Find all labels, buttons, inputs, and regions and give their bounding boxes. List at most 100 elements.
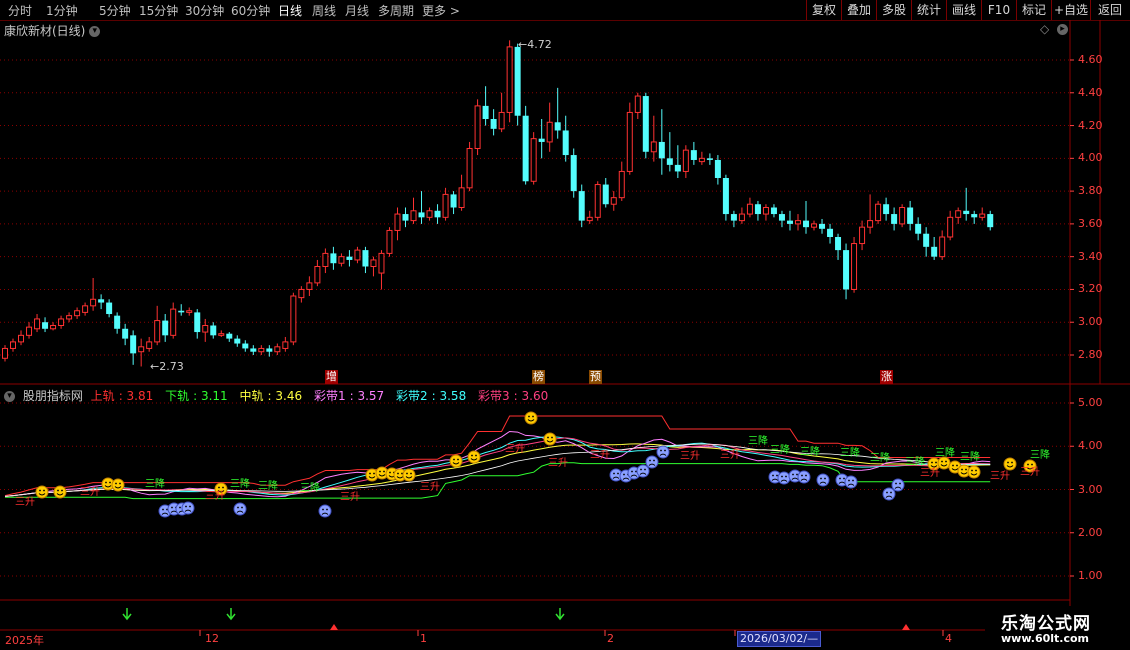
smiley-eye bbox=[379, 470, 381, 473]
smiley-eye bbox=[179, 506, 181, 509]
smiley-eye bbox=[805, 474, 807, 477]
indicator-axis-label: 1.00 bbox=[1078, 569, 1103, 582]
candle bbox=[346, 250, 353, 267]
candle bbox=[867, 194, 874, 234]
tag-forecast[interactable]: 预 bbox=[589, 370, 602, 384]
tag-rise[interactable]: 涨 bbox=[880, 370, 893, 384]
label-three-up: 三升 bbox=[15, 496, 35, 508]
candle-body bbox=[226, 333, 233, 339]
candle-body bbox=[250, 348, 257, 352]
smiley-eye bbox=[410, 472, 412, 475]
smiley-eye bbox=[660, 449, 662, 452]
candle-body bbox=[674, 164, 681, 172]
candle-body bbox=[90, 298, 97, 307]
candle-body bbox=[50, 325, 57, 330]
candle bbox=[90, 277, 97, 311]
candle bbox=[106, 299, 113, 318]
candle-body bbox=[266, 348, 273, 352]
tag-increase[interactable]: 增 bbox=[325, 370, 338, 384]
indicator-menu-icon[interactable]: ▾ bbox=[4, 391, 15, 402]
smiley-face bbox=[656, 445, 670, 459]
smiley-eye bbox=[475, 454, 477, 457]
candle-body bbox=[10, 341, 17, 349]
smiley-eye bbox=[57, 489, 59, 492]
candle bbox=[650, 115, 657, 162]
smiley-eye bbox=[119, 482, 121, 485]
smiley-up-icon bbox=[35, 485, 49, 499]
candle bbox=[666, 132, 673, 172]
smiley-face bbox=[53, 485, 67, 499]
candle-body bbox=[330, 253, 337, 264]
candle-body bbox=[682, 149, 689, 172]
candle-body bbox=[931, 246, 938, 257]
candle bbox=[354, 246, 361, 264]
candle-body bbox=[242, 343, 249, 349]
candle-body bbox=[314, 266, 321, 284]
smiley-eye bbox=[617, 472, 619, 475]
price-axis-label: 3.80 bbox=[1078, 184, 1103, 198]
label-three-down: 三降 bbox=[870, 451, 890, 464]
candle-body bbox=[146, 341, 153, 349]
candle bbox=[955, 207, 962, 224]
smiley-eye bbox=[824, 477, 826, 480]
candle bbox=[899, 204, 906, 228]
high-price-label: ←4.72 bbox=[518, 38, 552, 51]
candle-body bbox=[963, 210, 970, 215]
candle-body bbox=[602, 184, 609, 205]
smiley-eye bbox=[843, 477, 845, 480]
candle-body bbox=[290, 295, 297, 343]
candle bbox=[730, 210, 737, 228]
smiley-eye bbox=[839, 477, 841, 480]
candle bbox=[554, 87, 561, 139]
candle bbox=[714, 155, 721, 185]
candle-body bbox=[450, 194, 457, 208]
candle bbox=[82, 302, 89, 316]
candle bbox=[194, 309, 201, 339]
candle-body bbox=[354, 249, 361, 261]
candle-body bbox=[634, 95, 641, 113]
smiley-eye bbox=[653, 459, 655, 462]
candle bbox=[690, 141, 697, 165]
candle-body bbox=[851, 243, 858, 290]
candle-body bbox=[434, 210, 441, 218]
candle bbox=[450, 191, 457, 215]
smiley-down-icon bbox=[891, 478, 905, 492]
kline-chart[interactable]: 三升三升 三升 三升三升三升三升三升 三升 三升三升 三升 三升三降 三降 三降 三降三降三降 三降… bbox=[0, 0, 1130, 650]
candle-body bbox=[538, 138, 545, 142]
smiley-down-icon bbox=[844, 475, 858, 489]
candle-body bbox=[426, 210, 433, 218]
candle-body bbox=[554, 122, 561, 131]
smiley-eye bbox=[631, 470, 633, 473]
smiley-down-icon bbox=[882, 487, 896, 501]
candle-body bbox=[210, 325, 217, 336]
smiley-eye bbox=[115, 482, 117, 485]
smiley-face bbox=[891, 478, 905, 492]
candle-body bbox=[498, 111, 505, 130]
smiley-eye bbox=[383, 470, 385, 473]
candle bbox=[778, 210, 785, 228]
up-arrow-icon bbox=[902, 624, 910, 630]
smiley-face bbox=[1003, 457, 1017, 471]
candle bbox=[274, 343, 281, 355]
candle-body bbox=[530, 138, 537, 182]
smiley-eye bbox=[241, 506, 243, 509]
smiley-eye bbox=[222, 486, 224, 489]
candle bbox=[498, 92, 505, 133]
candle-body bbox=[274, 346, 281, 353]
smiley-down-icon bbox=[645, 455, 659, 469]
smiley-eye bbox=[322, 508, 324, 511]
tag-ranking[interactable]: 榜 bbox=[532, 370, 545, 384]
label-three-up: 三升 bbox=[505, 443, 525, 455]
indicator-title: 股朋指标网 bbox=[22, 389, 83, 403]
candle bbox=[923, 227, 930, 257]
candle-body bbox=[835, 237, 842, 251]
label-three-up: 三升 bbox=[205, 490, 225, 502]
candle-body bbox=[875, 203, 882, 222]
label-three-down: 三降 bbox=[800, 445, 820, 458]
candle bbox=[530, 132, 537, 185]
smiley-eye bbox=[218, 486, 220, 489]
candle-body bbox=[578, 191, 585, 221]
candle-body bbox=[218, 333, 225, 336]
candle bbox=[66, 312, 73, 323]
smiley-eye bbox=[453, 458, 455, 461]
